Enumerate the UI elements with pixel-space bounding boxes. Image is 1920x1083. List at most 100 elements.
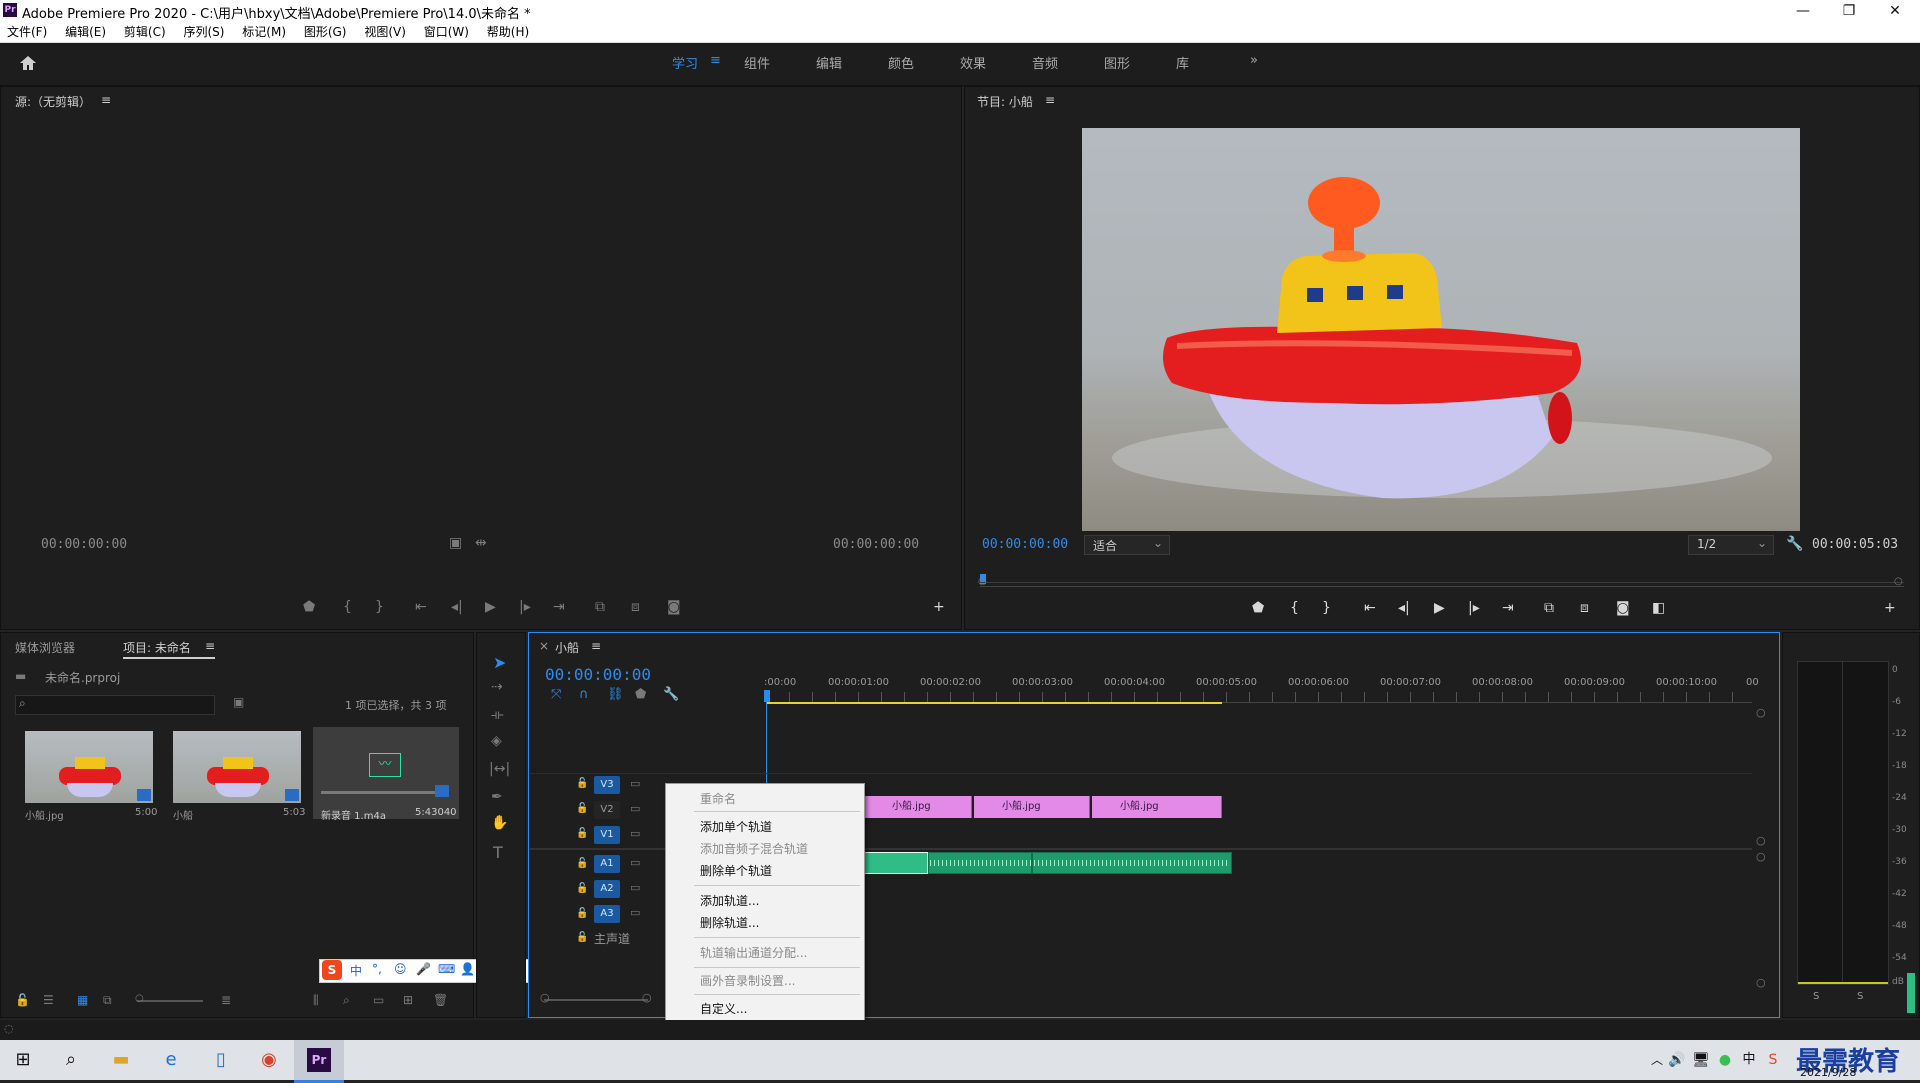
new-item-icon[interactable]: ⊞ — [403, 993, 413, 1007]
sync-lock-icon[interactable]: ▭ — [630, 827, 640, 840]
workspace-tab-editing[interactable]: 编辑 — [816, 53, 842, 72]
video-clip[interactable]: 小船.jpg — [1092, 796, 1222, 818]
menu-item-customize[interactable]: 自定义... — [700, 1000, 747, 1017]
program-add-marker-icon[interactable]: ⬟ — [1252, 600, 1264, 616]
project-item[interactable]: 小船.jpg 5:00 — [17, 727, 157, 822]
source-drag-video-icon[interactable]: ▣ — [449, 535, 462, 551]
program-export-frame-icon[interactable]: ◙ — [1616, 600, 1630, 616]
source-export-frame-icon[interactable]: ◙ — [667, 599, 681, 615]
sync-lock-icon[interactable]: ▭ — [630, 906, 640, 919]
menu-file[interactable]: 文件(F) — [7, 22, 47, 42]
program-play-icon[interactable]: ▶ — [1434, 600, 1445, 616]
source-go-to-out-icon[interactable]: ⇥ — [553, 599, 565, 615]
track-target-v3[interactable]: V3 — [594, 776, 620, 794]
new-bin-from-search-icon[interactable]: ▣ — [233, 695, 244, 709]
program-button-editor-icon[interactable]: + — [1884, 600, 1896, 616]
source-timecode-current[interactable]: 00:00:00:00 — [41, 537, 127, 552]
sync-lock-icon[interactable]: ▭ — [630, 777, 640, 790]
tablet-app-icon[interactable]: ▯ — [208, 1047, 234, 1073]
program-lift-icon[interactable]: ⧉ — [1544, 600, 1554, 616]
track-lock-icon[interactable]: 🔓 — [576, 778, 588, 789]
program-go-to-out-icon[interactable]: ⇥ — [1502, 600, 1514, 616]
timeline-panel-menu-icon[interactable]: ≡ — [591, 639, 601, 653]
sequence-tab[interactable]: 小船 — [555, 639, 579, 656]
taskbar-premiere-active[interactable]: Pr — [294, 1040, 344, 1083]
taskbar-date[interactable]: 2021/9/28 — [1800, 1066, 1856, 1079]
list-view-icon[interactable]: ☰ — [43, 993, 54, 1007]
hand-tool-icon[interactable]: ✋ — [491, 815, 508, 831]
timeline-timecode[interactable]: 00:00:00:00 — [545, 665, 651, 684]
vertical-zoom-handle-icon[interactable]: ○ — [1756, 976, 1766, 989]
add-marker-icon[interactable]: ⬟ — [635, 687, 646, 702]
program-time-ruler[interactable] — [980, 574, 1904, 588]
workspace-tab-color[interactable]: 颜色 — [888, 53, 914, 72]
source-button-editor-icon[interactable]: + — [933, 599, 945, 615]
project-panel-menu-icon[interactable]: ≡ — [205, 639, 215, 653]
project-item-selected[interactable]: 〰 新录音 1.m4a 5:43040 — [313, 727, 459, 822]
menu-clip[interactable]: 剪辑(C) — [124, 22, 166, 42]
sort-icon[interactable]: ≣ — [221, 993, 231, 1007]
minimize-button[interactable]: — — [1780, 0, 1826, 22]
track-lock-icon[interactable]: 🔓 — [576, 828, 588, 839]
program-go-to-in-icon[interactable]: ⇤ — [1364, 600, 1376, 616]
video-clip[interactable]: 小船.jpg — [864, 796, 972, 818]
track-lock-icon[interactable]: 🔓 — [576, 858, 588, 869]
timeline-settings-icon[interactable]: 🔧 — [663, 687, 679, 702]
track-target-v2[interactable]: V2 — [594, 801, 620, 819]
program-resolution-dropdown[interactable]: 1/2 ⌄ — [1688, 535, 1774, 555]
menu-view[interactable]: 视图(V) — [364, 22, 406, 42]
sogou-ime-icon[interactable]: S — [322, 960, 342, 980]
trash-icon[interactable]: 🗑 — [433, 993, 448, 1007]
menu-graphics[interactable]: 图形(G) — [304, 22, 347, 42]
ime-keyboard-icon[interactable]: ⌨ — [438, 962, 455, 976]
linked-selection-icon[interactable]: ⛓ — [607, 687, 624, 702]
wrench-icon[interactable]: 🔧 — [1786, 536, 1803, 552]
source-monitor-title[interactable]: 源:（无剪辑） — [15, 93, 91, 110]
source-play-icon[interactable]: ▶ — [485, 599, 496, 615]
source-insert-icon[interactable]: ⧉ — [595, 599, 605, 615]
track-target-v1[interactable]: V1 — [594, 826, 620, 844]
track-lock-icon[interactable]: 🔓 — [576, 908, 588, 919]
program-timecode-current[interactable]: 00:00:00:00 — [982, 537, 1068, 552]
vertical-zoom-handle-icon[interactable]: ○ — [1756, 850, 1766, 863]
file-explorer-icon[interactable]: ▬ — [108, 1047, 134, 1073]
menu-sequence[interactable]: 序列(S) — [183, 22, 224, 42]
program-zoom-bar[interactable] — [980, 582, 1904, 583]
type-tool-icon[interactable]: T — [493, 843, 503, 862]
sync-lock-icon[interactable]: ▭ — [630, 802, 640, 815]
workspace-menu-icon[interactable]: ≡ — [710, 53, 721, 68]
restore-button[interactable]: ❐ — [1826, 0, 1872, 22]
automate-to-sequence-icon[interactable]: ⫼ — [313, 993, 319, 1008]
menu-item-delete-tracks[interactable]: 删除轨道... — [700, 914, 759, 931]
source-overwrite-icon[interactable]: ⧈ — [631, 599, 640, 615]
menu-help[interactable]: 帮助(H) — [487, 22, 529, 42]
track-select-tool-icon[interactable]: ⇢ — [491, 679, 503, 695]
track-lock-icon[interactable]: 🔓 — [576, 932, 588, 943]
close-button[interactable]: ✕ — [1872, 0, 1918, 22]
home-icon[interactable] — [18, 54, 38, 72]
video-clip[interactable]: 小船.jpg — [974, 796, 1090, 818]
menu-marker[interactable]: 标记(M) — [242, 22, 286, 42]
workspace-tab-learn[interactable]: 学习 — [672, 53, 698, 72]
thumbnail-zoom-slider[interactable] — [137, 1000, 203, 1002]
menu-window[interactable]: 窗口(W) — [424, 22, 469, 42]
chrome-browser-icon[interactable]: ◉ — [256, 1047, 282, 1073]
program-extract-icon[interactable]: ⧈ — [1580, 600, 1589, 616]
ime-user-icon[interactable]: 👤 — [460, 962, 475, 976]
tab-project[interactable]: 项目: 未命名 — [123, 639, 191, 656]
tab-media-browser[interactable]: 媒体浏览器 — [15, 639, 75, 656]
project-search-input[interactable]: ⌕ — [15, 695, 215, 715]
edge-browser-icon[interactable]: e — [158, 1047, 184, 1073]
snap-icon[interactable]: ∩ — [579, 687, 589, 702]
scroll-handle-icon[interactable]: ○ — [642, 991, 652, 1004]
track-lock-icon[interactable]: 🔓 — [576, 803, 588, 814]
program-step-back-icon[interactable]: ◂| — [1398, 600, 1410, 616]
program-step-forward-icon[interactable]: |▸ — [1468, 600, 1480, 616]
ime-voice-icon[interactable]: 🎤 — [416, 962, 431, 976]
solo-left-button[interactable]: S — [1813, 991, 1819, 1002]
program-comparison-view-icon[interactable]: ◧ — [1652, 600, 1665, 616]
solo-right-button[interactable]: S — [1857, 991, 1863, 1002]
ime-language-indicator[interactable]: 中 — [1736, 1047, 1762, 1073]
source-go-to-in-icon[interactable]: ⇤ — [415, 599, 427, 615]
track-lock-icon[interactable]: 🔓 — [576, 883, 588, 894]
